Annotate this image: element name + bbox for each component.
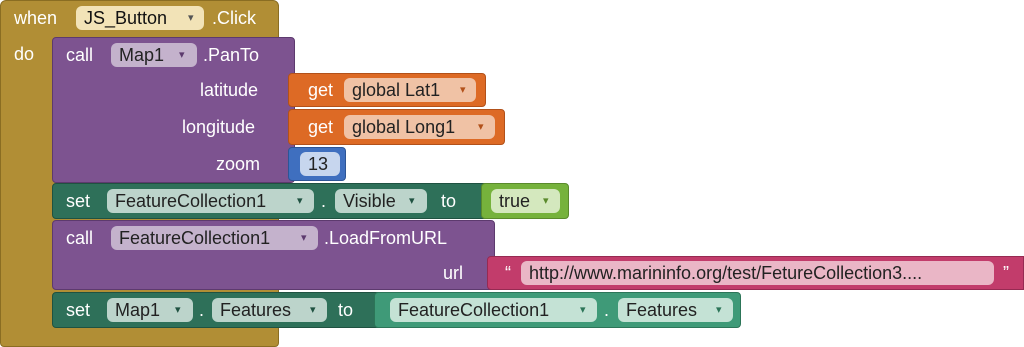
dropdown-arrow-icon: ▾ [310, 304, 316, 316]
dropdown-arrow-icon: ▾ [301, 232, 307, 244]
features-property-dropdown[interactable]: Features ▾ [212, 298, 327, 322]
property-dot: . [321, 191, 327, 211]
features-component-label: Map1 [115, 300, 161, 320]
zoom-number-value: 13 [308, 154, 329, 174]
url-arg-label: url [443, 263, 464, 283]
to-keyword: to [338, 300, 354, 320]
dropdown-arrow-icon: ▾ [543, 195, 549, 207]
logic-value-label: true [499, 191, 531, 211]
longitude-arg-label: longitude [182, 117, 256, 137]
dropdown-arrow-icon: ▾ [297, 195, 303, 207]
lat-variable-dropdown[interactable]: global Lat1 ▾ [344, 78, 476, 102]
dropdown-arrow-icon: ▾ [580, 304, 586, 316]
get-keyword: get [308, 80, 334, 100]
panto-method-name: .PanTo [203, 45, 260, 65]
logic-value-dropdown[interactable]: true ▾ [491, 189, 560, 213]
visible-component-dropdown[interactable]: FeatureCollection1 ▾ [107, 189, 314, 213]
loadurl-method-name: .LoadFromURL [324, 228, 448, 248]
getter-component-dropdown[interactable]: FeatureCollection1 ▾ [390, 298, 597, 322]
url-text-value: http://www.marininfo.org/test/FetureColl… [529, 263, 923, 283]
property-dot: . [199, 300, 205, 320]
get-keyword: get [308, 117, 334, 137]
lat-variable-label: global Lat1 [352, 80, 441, 100]
features-property-label: Features [220, 300, 292, 320]
long-variable-dropdown[interactable]: global Long1 ▾ [344, 115, 495, 139]
visible-component-label: FeatureCollection1 [115, 191, 267, 211]
do-keyword: do [14, 44, 35, 64]
when-keyword: when [14, 8, 58, 28]
getter-property-dot: . [604, 300, 610, 320]
call-keyword: call [66, 45, 94, 65]
getter-property-label: Features [626, 300, 698, 320]
dropdown-arrow-icon: ▾ [460, 84, 466, 96]
event-name: .Click [212, 8, 256, 28]
zoom-arg-label: zoom [216, 154, 261, 174]
event-component-dropdown[interactable]: JS_Button ▾ [76, 6, 204, 30]
panto-component-label: Map1 [119, 45, 165, 65]
latitude-arg-label: latitude [200, 80, 259, 100]
panto-component-dropdown[interactable]: Map1 ▾ [111, 43, 197, 67]
getter-property-dropdown[interactable]: Features ▾ [618, 298, 733, 322]
dropdown-arrow-icon: ▾ [175, 304, 181, 316]
zoom-number-field[interactable]: 13 [300, 152, 340, 176]
dropdown-arrow-icon: ▾ [179, 49, 185, 61]
set-keyword: set [66, 300, 91, 320]
close-quote: ” [1003, 263, 1009, 283]
blocks-workspace: when JS_Button ▾ .Click do call Map1 ▾ .… [0, 0, 1024, 347]
loadurl-component-label: FeatureCollection1 [119, 228, 271, 248]
set-keyword: set [66, 191, 91, 211]
dropdown-arrow-icon: ▾ [478, 121, 484, 133]
to-keyword: to [441, 191, 457, 211]
dropdown-arrow-icon: ▾ [409, 195, 415, 207]
url-text-field[interactable]: http://www.marininfo.org/test/FetureColl… [521, 261, 994, 285]
getter-component-label: FeatureCollection1 [398, 300, 550, 320]
visible-property-label: Visible [343, 191, 396, 211]
loadurl-component-dropdown[interactable]: FeatureCollection1 ▾ [111, 226, 318, 250]
features-component-dropdown[interactable]: Map1 ▾ [107, 298, 193, 322]
call-keyword: call [66, 228, 94, 248]
long-variable-label: global Long1 [352, 117, 456, 137]
open-quote: “ [505, 263, 511, 283]
visible-property-dropdown[interactable]: Visible ▾ [335, 189, 427, 213]
dropdown-arrow-icon: ▾ [716, 304, 722, 316]
dropdown-arrow-icon: ▾ [188, 12, 194, 24]
event-component-label: JS_Button [84, 8, 168, 28]
